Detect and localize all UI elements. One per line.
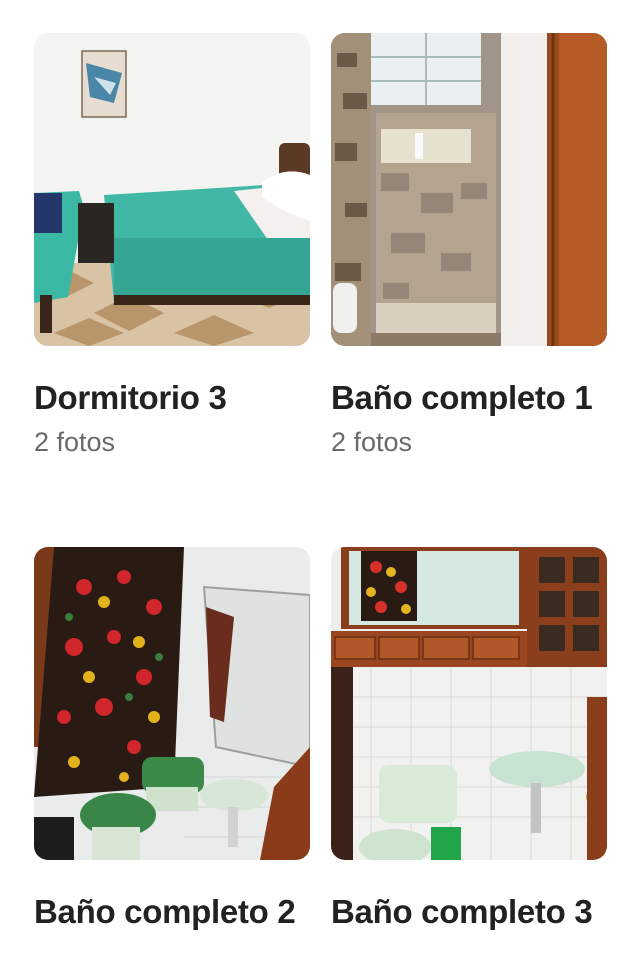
bathroom-photo[interactable] (34, 547, 310, 860)
photo-count: 2 fotos (331, 427, 413, 457)
bedroom-photo[interactable] (34, 33, 310, 346)
room-card-bano-completo-3[interactable]: Baño completo 3 (331, 547, 607, 936)
room-title[interactable]: Baño completo 2 (34, 887, 310, 936)
room-card-dormitorio-3[interactable]: Dormitorio 3 2 fotos (34, 33, 310, 462)
room-title[interactable]: Baño completo 3 (331, 887, 607, 936)
bathroom-photo[interactable] (331, 33, 607, 346)
room-title[interactable]: Dormitorio 3 (34, 373, 310, 422)
room-photo-grid: Dormitorio 3 2 fotos Baño completo 1 2 f… (0, 0, 640, 974)
room-title[interactable]: Baño completo 1 (331, 373, 607, 422)
bathroom-photo[interactable] (331, 547, 607, 860)
room-card-bano-completo-2[interactable]: Baño completo 2 (34, 547, 310, 936)
photo-count: 2 fotos (34, 427, 116, 457)
room-card-bano-completo-1[interactable]: Baño completo 1 2 fotos (331, 33, 607, 462)
